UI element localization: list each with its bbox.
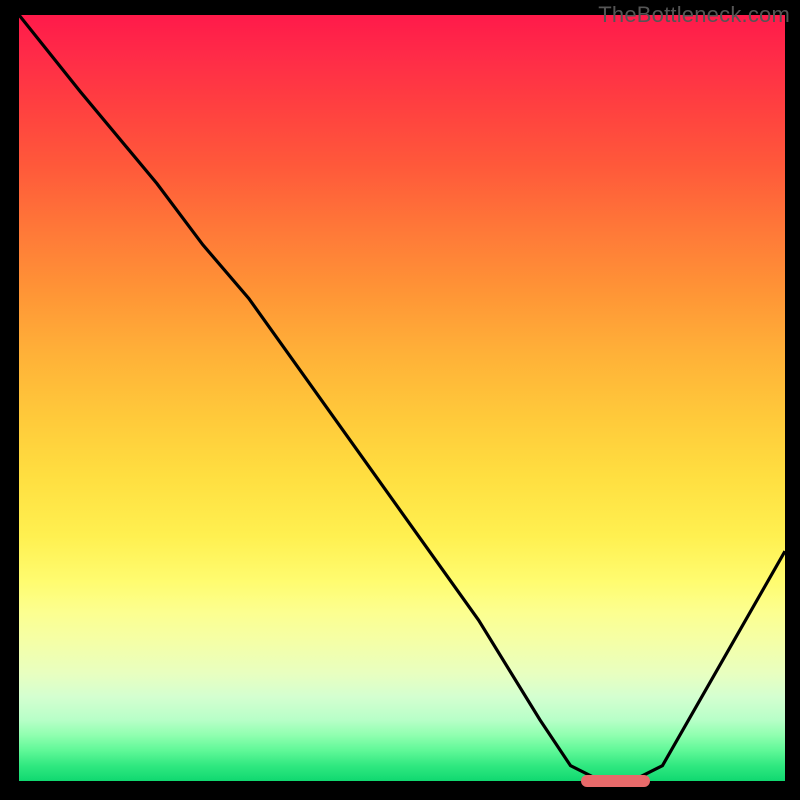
watermark-text: TheBottleneck.com — [598, 2, 790, 28]
plot-area — [15, 15, 785, 785]
optimal-marker — [581, 775, 650, 787]
bottleneck-curve — [19, 15, 785, 781]
